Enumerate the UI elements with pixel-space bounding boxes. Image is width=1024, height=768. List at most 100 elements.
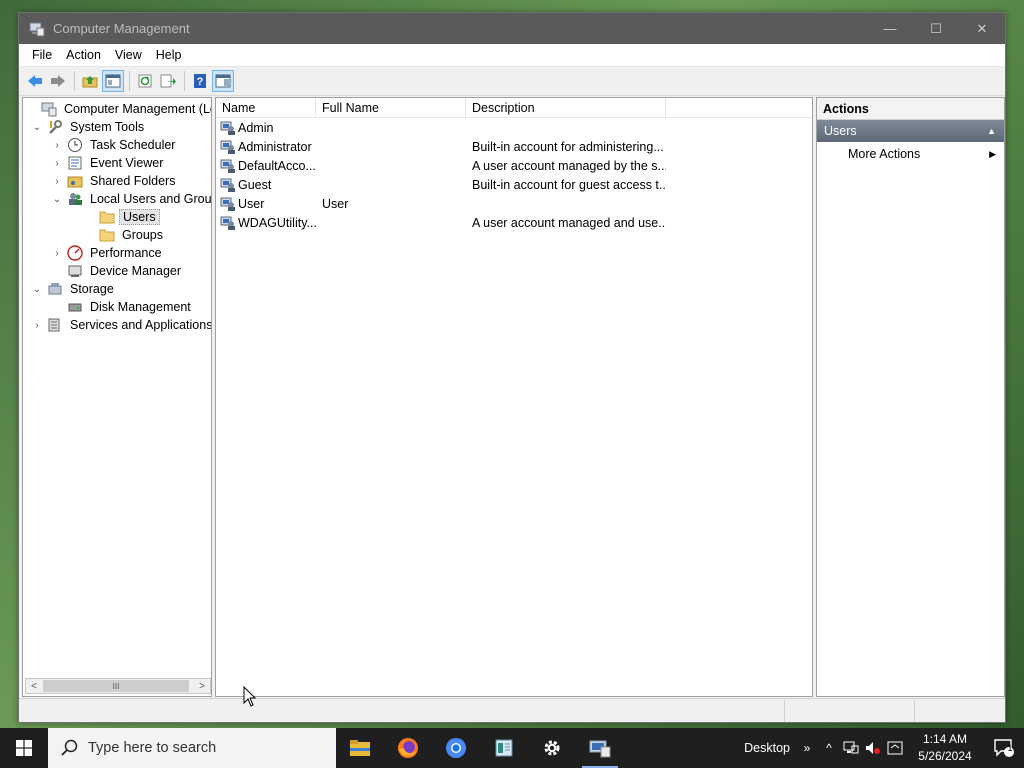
firefox-button[interactable] (384, 728, 432, 768)
volume-muted-icon[interactable] (862, 728, 884, 768)
maximize-button[interactable]: ☐ (913, 13, 959, 44)
user-name: WDAGUtility... (238, 215, 316, 230)
close-button[interactable]: ✕ (959, 13, 1005, 44)
scroll-thumb[interactable]: III (43, 680, 189, 692)
column-header-name[interactable]: Name (216, 98, 316, 118)
menu-view[interactable]: View (108, 44, 149, 67)
toolbar-overflow-icon[interactable]: » (796, 728, 818, 768)
cell-name: User (216, 196, 316, 212)
clock[interactable]: 1:14 AM 5/26/2024 (906, 731, 984, 765)
menu-file[interactable]: File (25, 44, 59, 67)
svg-text:?: ? (197, 76, 204, 88)
forward-button[interactable] (47, 70, 69, 92)
tree-node-performance[interactable]: › Performance (51, 244, 165, 262)
settings-button[interactable] (528, 728, 576, 768)
performance-icon (67, 245, 83, 261)
tree-node-label: Performance (90, 246, 162, 260)
show-hide-console-tree-button[interactable] (102, 70, 124, 92)
actions-group-users[interactable]: Users ▲ (817, 120, 1004, 142)
expand-chevron-icon[interactable]: › (31, 319, 43, 331)
user-account-icon (220, 120, 236, 136)
export-list-button[interactable] (157, 70, 179, 92)
help-button[interactable]: ? (189, 70, 211, 92)
tree-node-services-and-applications[interactable]: › Services and Applications (31, 316, 212, 334)
collapse-chevron-icon[interactable]: ⌄ (31, 283, 43, 295)
column-header-description[interactable]: Description (466, 98, 666, 118)
expand-chevron-icon[interactable]: › (51, 139, 63, 151)
tree-node-label: Services and Applications (70, 318, 212, 332)
list-item[interactable]: Administrator Built-in account for admini… (216, 137, 812, 156)
cell-name: Guest (216, 177, 316, 193)
window-title: Computer Management (53, 21, 190, 36)
tree-node-shared-folders[interactable]: › Shared Folders (51, 172, 178, 190)
tree-node-computer-management-local[interactable]: Computer Management (Local (25, 100, 211, 118)
back-button[interactable] (24, 70, 46, 92)
network-icon[interactable] (840, 728, 862, 768)
chrome-button[interactable] (432, 728, 480, 768)
refresh-button[interactable] (134, 70, 156, 92)
start-button[interactable] (0, 728, 48, 768)
tree-node-users[interactable]: Users (83, 208, 160, 226)
cell-name: Administrator (216, 139, 316, 155)
user-name: Administrator (238, 139, 312, 154)
tree-node-system-tools[interactable]: ⌄ System Tools (31, 118, 147, 136)
minimize-button[interactable]: — (867, 13, 913, 44)
chrome-icon (446, 738, 466, 758)
scroll-left-icon[interactable]: < (26, 679, 42, 693)
user-name: DefaultAcco... (238, 158, 316, 173)
show-hide-action-pane-button[interactable] (212, 70, 234, 92)
action-center-button[interactable]: 1 (984, 728, 1024, 768)
list-item[interactable]: DefaultAcco... A user account managed by … (216, 156, 812, 175)
tree-horizontal-scrollbar[interactable]: < III > (25, 678, 211, 694)
toolbar: ? (19, 67, 1005, 96)
forward-arrow-icon (51, 75, 65, 87)
menu-help[interactable]: Help (149, 44, 189, 67)
actions-title: Actions (817, 98, 1004, 120)
scroll-right-icon[interactable]: > (194, 679, 210, 693)
file-explorer-icon (350, 740, 370, 756)
more-actions-item[interactable]: More Actions ▶ (817, 142, 1004, 166)
search-placeholder: Type here to search (88, 740, 217, 756)
tree-node-event-viewer[interactable]: › Event Viewer (51, 154, 166, 172)
expand-chevron-icon[interactable]: › (51, 157, 63, 169)
tree-node-storage[interactable]: ⌄ Storage (31, 280, 117, 298)
folder-icon (99, 209, 115, 225)
notification-count: 1 (1007, 743, 1013, 753)
actions-pane: Actions Users ▲ More Actions ▶ (816, 97, 1005, 697)
list-item[interactable]: User User (216, 194, 812, 213)
tree-node-task-scheduler[interactable]: › Task Scheduler (51, 136, 178, 154)
desktop-toolbar-label[interactable]: Desktop (744, 741, 790, 755)
text-editor-button[interactable] (480, 728, 528, 768)
collapse-chevron-icon[interactable]: ⌄ (51, 193, 63, 205)
expand-chevron-icon[interactable]: › (51, 247, 63, 259)
list-item[interactable]: Admin (216, 118, 812, 137)
cell-description: Built-in account for administering... (472, 139, 664, 154)
list-item[interactable]: Guest Built-in account for guest access t… (216, 175, 812, 194)
action-pane-icon (215, 74, 231, 88)
toolbar-separator (74, 71, 75, 91)
computer-management-taskbar-button[interactable] (576, 728, 624, 768)
tree-node-disk-management[interactable]: Disk Management (51, 298, 194, 316)
list-item[interactable]: WDAGUtility... A user account managed and… (216, 213, 812, 232)
collapse-chevron-icon[interactable]: ⌄ (31, 121, 43, 133)
tree-node-local-users-and-groups[interactable]: ⌄ Local Users and Groups (51, 190, 212, 208)
taskbar-search-box[interactable]: Type here to search (48, 728, 336, 768)
up-level-button[interactable] (79, 70, 101, 92)
cell-full-name: User (322, 196, 349, 211)
folder-up-icon (82, 76, 98, 88)
show-hidden-icons-chevron-icon[interactable]: ^ (818, 728, 840, 768)
tree-node-label: Users (119, 209, 160, 225)
title-bar[interactable]: Computer Management — ☐ ✕ (19, 13, 1005, 44)
collapse-caret-icon: ▲ (987, 126, 996, 136)
grip-icon: III (112, 681, 120, 691)
column-header-full-name[interactable]: Full Name (316, 98, 466, 118)
tree-node-label: Local Users and Groups (90, 192, 212, 206)
console-tree-icon (105, 74, 121, 88)
expand-chevron-icon[interactable]: › (51, 175, 63, 187)
tree-node-device-manager[interactable]: Device Manager (51, 262, 184, 280)
menu-action[interactable]: Action (59, 44, 108, 67)
input-indicator-icon[interactable] (884, 728, 906, 768)
tree-node-groups[interactable]: Groups (83, 226, 166, 244)
file-explorer-button[interactable] (336, 728, 384, 768)
